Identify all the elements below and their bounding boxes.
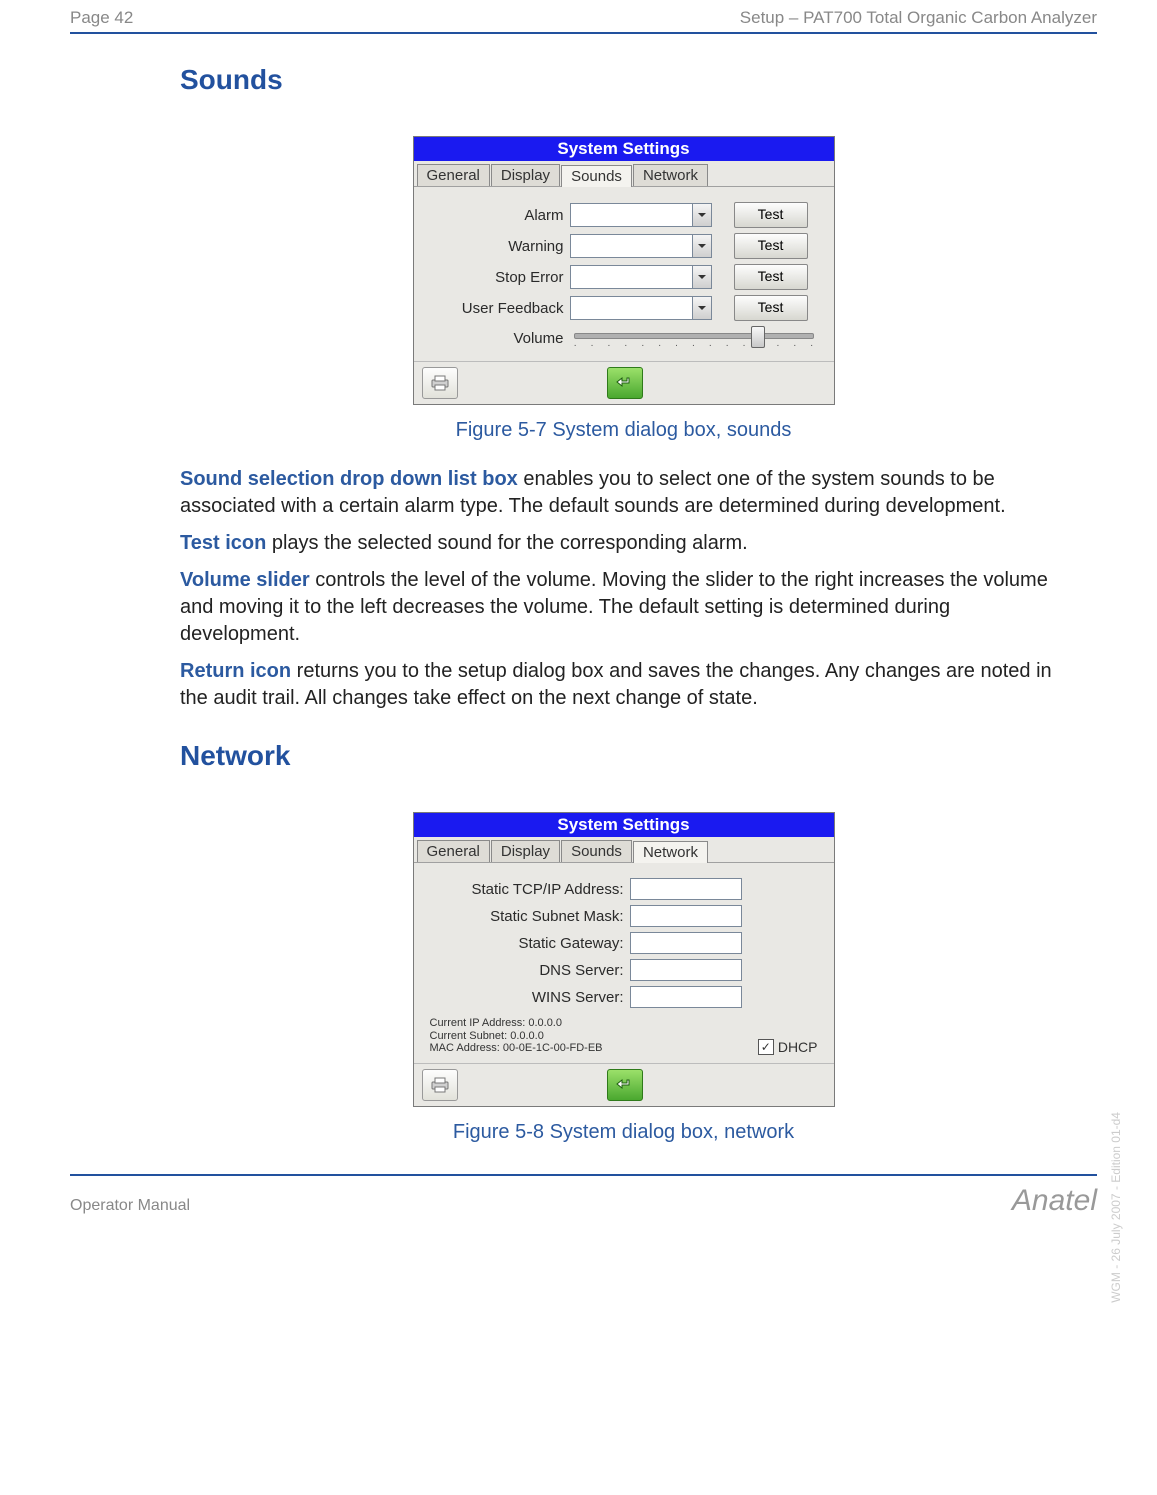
sounds-tabbar: General Display Sounds Network <box>414 161 834 187</box>
wins-input[interactable] <box>630 986 742 1008</box>
term-sound-selection: Sound selection drop down list box <box>180 468 518 490</box>
alarm-test-button[interactable]: Test <box>734 202 808 228</box>
return-icon[interactable] <box>607 367 643 399</box>
print-icon[interactable] <box>422 367 458 399</box>
sounds-para-1: Sound selection drop down list box enabl… <box>180 466 1067 520</box>
user-feedback-label: User Feedback <box>424 300 570 317</box>
tab-network[interactable]: Network <box>633 164 708 186</box>
rule-top <box>70 32 1097 34</box>
dhcp-checkbox[interactable]: ✓ <box>758 1039 774 1055</box>
header-section: Setup – PAT700 Total Organic Carbon Anal… <box>740 8 1097 28</box>
sounds-para-3: Volume slider controls the level of the … <box>180 567 1067 648</box>
term-test-icon: Test icon <box>180 532 266 554</box>
sounds-figure-caption: Figure 5-7 System dialog box, sounds <box>180 419 1067 442</box>
net-tab-display[interactable]: Display <box>491 840 560 862</box>
mac-address: MAC Address: 00-0E-1C-00-FD-EB <box>430 1042 603 1055</box>
current-subnet: Current Subnet: 0.0.0.0 <box>430 1030 603 1043</box>
term-return-icon: Return icon <box>180 660 291 682</box>
net-tab-general[interactable]: General <box>417 840 490 862</box>
net-print-icon[interactable] <box>422 1069 458 1101</box>
net-tab-network[interactable]: Network <box>633 841 708 863</box>
subnet-input[interactable] <box>630 905 742 927</box>
alarm-combo[interactable] <box>570 203 712 227</box>
dhcp-label: DHCP <box>778 1039 818 1055</box>
dns-input[interactable] <box>630 959 742 981</box>
footer-brand: Anatel <box>1012 1184 1097 1218</box>
net-return-icon[interactable] <box>607 1069 643 1101</box>
rule-bottom <box>70 1174 1097 1176</box>
sounds-dialog: System Settings General Display Sounds N… <box>413 136 835 405</box>
dns-label: DNS Server: <box>424 962 630 979</box>
network-figure-caption: Figure 5-8 System dialog box, network <box>180 1121 1067 1144</box>
gateway-label: Static Gateway: <box>424 935 630 952</box>
tab-sounds[interactable]: Sounds <box>561 165 632 187</box>
chevron-down-icon <box>692 204 711 226</box>
term-volume-slider: Volume slider <box>180 569 310 591</box>
chevron-down-icon <box>692 235 711 257</box>
subnet-label: Static Subnet Mask: <box>424 908 630 925</box>
alarm-label: Alarm <box>424 207 570 224</box>
sounds-para-4: Return icon returns you to the setup dia… <box>180 658 1067 712</box>
wins-label: WINS Server: <box>424 989 630 1006</box>
chevron-down-icon <box>692 266 711 288</box>
side-meta: WGM - 26 July 2007 - Edition 01-d4 <box>1109 1112 1123 1303</box>
net-tab-sounds[interactable]: Sounds <box>561 840 632 862</box>
warning-test-button[interactable]: Test <box>734 233 808 259</box>
warning-label: Warning <box>424 238 570 255</box>
warning-combo[interactable] <box>570 234 712 258</box>
sounds-para-2: Test icon plays the selected sound for t… <box>180 530 1067 557</box>
page-number: Page 42 <box>70 8 133 28</box>
stop-error-combo[interactable] <box>570 265 712 289</box>
network-tabbar: General Display Sounds Network <box>414 837 834 863</box>
heading-sounds: Sounds <box>180 64 1067 96</box>
current-ip: Current IP Address: 0.0.0.0 <box>430 1017 603 1030</box>
footer-manual: Operator Manual <box>70 1197 190 1215</box>
chevron-down-icon <box>692 297 711 319</box>
tab-general[interactable]: General <box>417 164 490 186</box>
heading-network: Network <box>180 740 1067 772</box>
stop-error-label: Stop Error <box>424 269 570 286</box>
gateway-input[interactable] <box>630 932 742 954</box>
sounds-dialog-title: System Settings <box>414 137 834 161</box>
stop-error-test-button[interactable]: Test <box>734 264 808 290</box>
static-ip-input[interactable] <box>630 878 742 900</box>
volume-label: Volume <box>424 330 570 347</box>
network-dialog-title: System Settings <box>414 813 834 837</box>
volume-slider[interactable]: ··············· <box>574 326 814 350</box>
user-feedback-test-button[interactable]: Test <box>734 295 808 321</box>
user-feedback-combo[interactable] <box>570 296 712 320</box>
tab-display[interactable]: Display <box>491 164 560 186</box>
static-ip-label: Static TCP/IP Address: <box>424 881 630 898</box>
network-dialog: System Settings General Display Sounds N… <box>413 812 835 1107</box>
